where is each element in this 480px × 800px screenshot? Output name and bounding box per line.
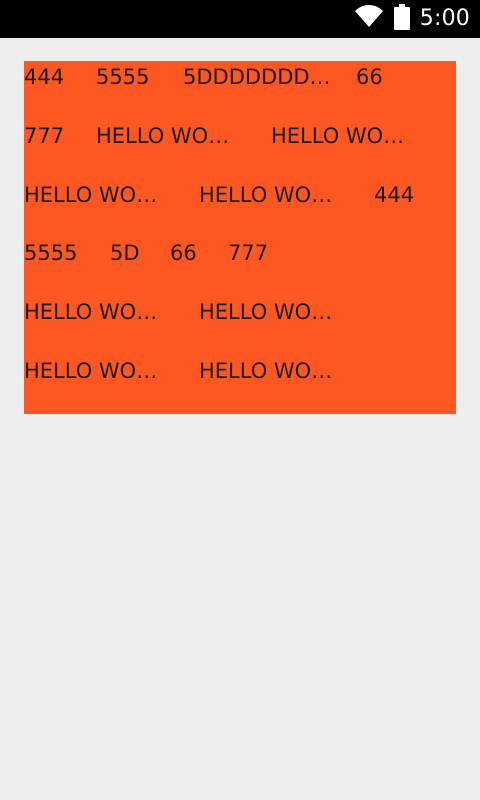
status-icons: 5:00 — [354, 0, 470, 38]
chip: HELLO WO… — [24, 183, 158, 207]
chip: 5DDDDDDD… — [183, 65, 328, 89]
status-bar: 5:00 — [0, 0, 480, 38]
chip: HELLO WO… — [199, 359, 333, 383]
chip: HELLO WO… — [271, 124, 405, 148]
chip-panel: 444 5555 5DDDDDDD… 66 777 HELLO WO… HELL… — [24, 61, 456, 414]
chip: 444 — [24, 65, 65, 89]
chip: 66 — [170, 241, 197, 265]
chip: HELLO WO… — [199, 300, 333, 324]
chip: HELLO WO… — [96, 124, 230, 148]
chip: 5555 — [24, 241, 78, 265]
chip: 777 — [228, 241, 269, 265]
wifi-icon — [354, 5, 384, 33]
chip: HELLO WO… — [199, 183, 333, 207]
battery-icon — [393, 4, 410, 34]
chip: 5555 — [96, 65, 150, 89]
chip: 5D — [110, 241, 140, 265]
chip: HELLO WO… — [24, 359, 158, 383]
chip: 777 — [24, 124, 65, 148]
chip: HELLO WO… — [24, 300, 158, 324]
status-time: 5:00 — [419, 6, 470, 31]
chip: 66 — [356, 65, 383, 89]
chip: 444 — [374, 183, 415, 207]
